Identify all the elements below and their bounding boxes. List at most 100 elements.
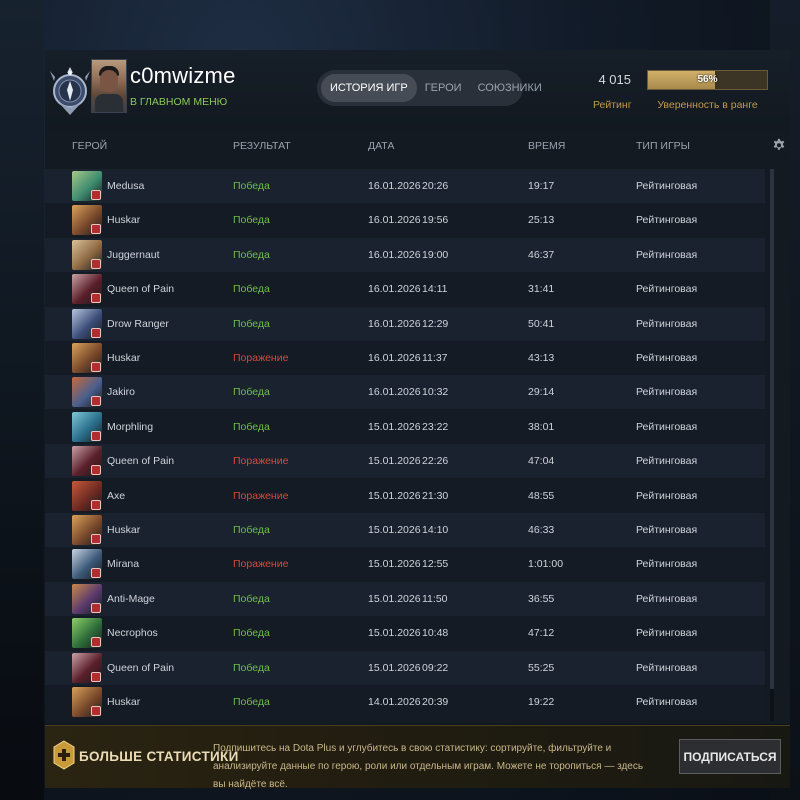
- match-result: Поражение: [233, 352, 289, 364]
- role-badge-icon: [91, 568, 101, 579]
- game-type: Рейтинговая: [636, 283, 698, 296]
- match-row[interactable]: Mirana Поражение 15.01.2026 12:55 1:01:00 Рей…: [45, 547, 765, 582]
- role-badge-icon: [91, 430, 101, 441]
- game-type: Рейтинговая: [636, 627, 698, 640]
- hero-name: Huskar: [107, 524, 141, 536]
- match-row[interactable]: Axe Поражение 15.01.2026 21:30 48:55 Рейтинго…: [45, 478, 765, 513]
- match-row[interactable]: Drow Ranger Победа 16.01.2026 12:29 50:41 Рей…: [45, 306, 765, 341]
- match-start-time: 22:26: [422, 455, 449, 468]
- match-row[interactable]: Huskar Победа 16.01.2026 19:56 25:13 Рейтинго…: [45, 203, 765, 238]
- role-badge-icon: [91, 602, 101, 613]
- match-duration: 38:01: [528, 420, 555, 433]
- player-status: В ГЛАВНОМ МЕНЮ: [130, 96, 228, 108]
- match-result: Поражение: [233, 558, 289, 571]
- hero-name: Huskar: [107, 696, 141, 708]
- game-type: Рейтинговая: [636, 386, 698, 399]
- match-row[interactable]: Jakiro Победа 16.01.2026 10:32 29:14 Рейтинго…: [45, 375, 765, 410]
- match-row[interactable]: Anti-Mage Победа 15.01.2026 11:50 36:55 Рейти…: [45, 581, 765, 616]
- match-date: 16.01.2026: [368, 248, 421, 261]
- dota-plus-icon: [53, 740, 75, 770]
- column-header-result[interactable]: РЕЗУЛЬТАТ: [233, 140, 291, 152]
- match-row[interactable]: Huskar Победа 14.01.2026 20:39 19:22 Рейтинго…: [45, 685, 765, 719]
- avatar[interactable]: [91, 59, 127, 113]
- hero-name: Huskar: [107, 214, 141, 227]
- match-result: Победа: [233, 661, 270, 674]
- match-date: 16.01.2026: [368, 214, 421, 227]
- hero-portrait-icon: [72, 411, 102, 442]
- game-type: Рейтинговая: [636, 558, 698, 571]
- game-type: Рейтинговая: [636, 420, 698, 433]
- game-type: Рейтинговая: [636, 317, 698, 330]
- match-row[interactable]: Queen of Pain Поражение 15.01.2026 22:26 47:…: [45, 444, 765, 479]
- hero-name: Axe: [107, 489, 126, 502]
- subscribe-button[interactable]: ПОДПИСАТЬСЯ: [679, 739, 781, 774]
- hero-portrait-icon: [72, 377, 102, 408]
- match-row[interactable]: Queen of Pain Победа 15.01.2026 09:22 55:25 Р…: [45, 650, 765, 685]
- game-type: Рейтинговая: [636, 214, 698, 227]
- match-start-time: 09:22: [422, 661, 449, 674]
- column-header-date[interactable]: ДАТА: [368, 140, 394, 152]
- rank-confidence-label: Уверенность в ранге: [657, 99, 758, 111]
- match-start-time: 10:32: [422, 386, 449, 399]
- tab-heroes[interactable]: ГЕРОИ: [417, 74, 470, 102]
- match-start-time: 20:26: [422, 180, 449, 192]
- match-result: Победа: [233, 386, 270, 399]
- match-result: Победа: [233, 696, 270, 708]
- hero-portrait-icon: [72, 205, 102, 236]
- match-result: Победа: [233, 283, 270, 296]
- match-result: Победа: [233, 317, 270, 330]
- column-header-time[interactable]: ВРЕМЯ: [528, 140, 565, 152]
- match-row[interactable]: Morphling Победа 15.01.2026 23:22 38:01 Рейти…: [45, 409, 765, 444]
- match-row[interactable]: Medusa Победа 16.01.2026 20:26 19:17 Рейтинго…: [45, 169, 765, 203]
- match-date: 16.01.2026: [368, 352, 421, 364]
- hero-portrait-icon: [72, 583, 102, 614]
- match-start-time: 23:22: [422, 420, 449, 433]
- hero-portrait-icon: [72, 274, 102, 305]
- match-row[interactable]: Necrophos Победа 15.01.2026 10:48 47:12 Рейти…: [45, 616, 765, 651]
- match-start-time: 19:00: [422, 248, 449, 261]
- column-header-game-type[interactable]: ТИП ИГРЫ: [636, 140, 690, 152]
- hero-name: Medusa: [107, 180, 145, 192]
- table-header: ГЕРОЙ РЕЗУЛЬТАТ ДАТА ВРЕМЯ ТИП ИГРЫ: [45, 138, 790, 158]
- match-start-time: 11:37: [422, 352, 448, 364]
- game-type: Рейтинговая: [636, 524, 698, 536]
- role-badge-icon: [91, 293, 101, 304]
- tab-match-history[interactable]: ИСТОРИЯ ИГР: [321, 74, 417, 102]
- match-duration: 46:37: [528, 248, 555, 261]
- game-type: Рейтинговая: [636, 489, 698, 502]
- hero-name: Juggernaut: [107, 248, 160, 261]
- rank-medal-icon: [50, 67, 90, 115]
- hero-portrait-icon: [72, 239, 102, 270]
- dota-plus-banner: БОЛЬШЕ СТАТИСТИКИ Подпишитесь на Dota Pl…: [45, 725, 790, 790]
- hero-portrait-icon: [72, 618, 102, 649]
- game-type: Рейтинговая: [636, 180, 698, 192]
- match-row[interactable]: Queen of Pain Победа 16.01.2026 14:11 31:41 Р…: [45, 272, 765, 307]
- tab-allies[interactable]: СОЮЗНИКИ: [470, 74, 550, 102]
- hero-name: Anti-Mage: [107, 592, 155, 605]
- match-result: Победа: [233, 180, 270, 192]
- game-type: Рейтинговая: [636, 352, 698, 364]
- hero-name: Queen of Pain: [107, 283, 175, 296]
- column-header-hero[interactable]: ГЕРОЙ: [72, 140, 107, 152]
- match-date: 16.01.2026: [368, 386, 421, 399]
- match-duration: 50:41: [528, 317, 555, 330]
- game-type: Рейтинговая: [636, 455, 698, 468]
- match-result: Поражение: [233, 455, 289, 468]
- gear-icon[interactable]: [772, 138, 786, 152]
- rank-confidence-percent: 56%: [697, 74, 718, 85]
- match-start-time: 10:48: [422, 627, 449, 640]
- match-result: Победа: [233, 592, 270, 605]
- match-row[interactable]: Juggernaut Победа 16.01.2026 19:00 46:37 Рейт…: [45, 237, 765, 272]
- match-row[interactable]: Huskar Победа 15.01.2026 14:10 46:33 Рейтинго…: [45, 513, 765, 547]
- role-badge-icon: [91, 671, 101, 682]
- promo-text: Подпишитесь на Dota Plus и углубитесь в …: [213, 743, 644, 790]
- match-row[interactable]: Huskar Поражение 16.01.2026 11:37 43:13 Рейти…: [45, 341, 765, 375]
- match-result: Победа: [233, 524, 270, 536]
- match-duration: 25:13: [528, 214, 555, 227]
- rating-label: Рейтинг: [593, 99, 632, 111]
- match-date: 16.01.2026: [368, 283, 421, 296]
- scrollbar-thumb[interactable]: [770, 169, 774, 689]
- role-badge-icon: [91, 224, 101, 235]
- match-date: 15.01.2026: [368, 420, 421, 433]
- match-result: Победа: [233, 248, 270, 261]
